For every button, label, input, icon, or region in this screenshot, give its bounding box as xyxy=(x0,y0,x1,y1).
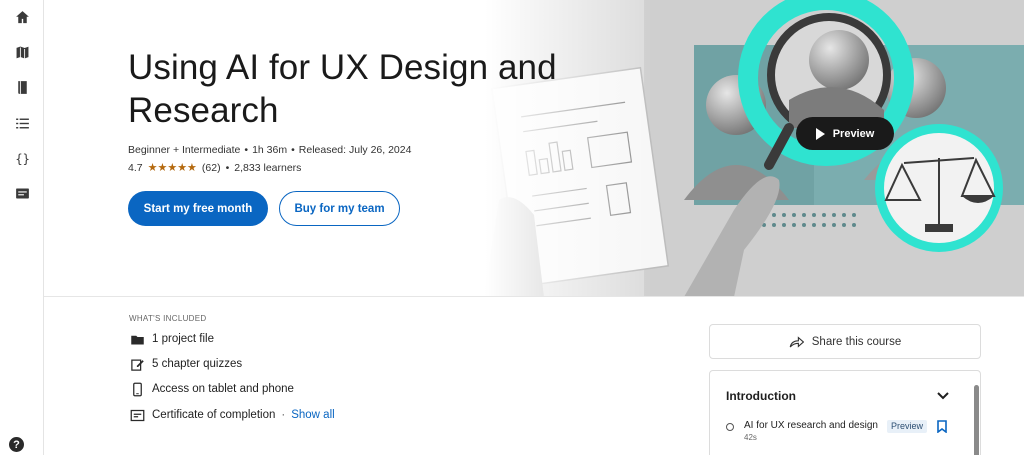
learner-count: 2,833 learners xyxy=(234,161,302,174)
course-hero: Using AI for UX Design and Research Begi… xyxy=(44,0,1024,297)
share-course-button[interactable]: Share this course xyxy=(709,324,981,359)
included-item: 1 project file xyxy=(129,331,214,347)
toc-scrollbar[interactable] xyxy=(974,385,979,455)
nav-code[interactable]: {} xyxy=(8,144,36,172)
start-free-month-button[interactable]: Start my free month xyxy=(128,191,268,226)
course-level: Beginner + Intermediate xyxy=(128,144,241,156)
folder-icon xyxy=(129,331,145,347)
share-arrow-icon xyxy=(789,335,804,348)
share-label: Share this course xyxy=(811,335,902,348)
included-item: 5 chapter quizzes xyxy=(129,356,242,372)
svg-text:{}: {} xyxy=(15,151,30,165)
separator-dot: · xyxy=(281,409,286,421)
edit-quiz-icon xyxy=(129,356,145,372)
book-icon xyxy=(17,80,27,94)
home-icon xyxy=(15,10,29,23)
buy-for-team-button[interactable]: Buy for my team xyxy=(279,191,400,226)
nav-map[interactable] xyxy=(8,38,36,66)
list-icon xyxy=(15,118,29,128)
show-all-link[interactable]: Show all xyxy=(291,409,334,421)
included-item: Access on tablet and phone xyxy=(129,381,294,397)
phone-icon xyxy=(129,381,145,397)
nav-list[interactable] xyxy=(8,109,36,137)
course-release-date: Released: July 26, 2024 xyxy=(298,144,412,156)
course-duration: 1h 36m xyxy=(252,144,288,156)
course-meta: Beginner + Intermediate • 1h 36m • Released:… xyxy=(128,144,412,156)
course-rating: 4.7 ★★★★★ (62) • 2,833 learners xyxy=(128,161,302,175)
left-nav-rail: {} ? xyxy=(0,0,44,455)
toc-video-item[interactable]: AI for UX research and design 42s Previe… xyxy=(726,420,966,450)
rating-value: 4.7 xyxy=(128,161,143,174)
preview-button[interactable]: Preview xyxy=(796,117,894,150)
table-of-contents: Introduction AI for UX research and desi… xyxy=(709,370,981,455)
whats-included-label: WHAT'S INCLUDED xyxy=(129,314,207,323)
rating-count: (62) xyxy=(201,161,221,174)
nav-certificates[interactable] xyxy=(8,179,36,207)
certificate-icon xyxy=(15,188,29,198)
rating-stars-icon: ★★★★★ xyxy=(147,162,197,174)
play-icon xyxy=(815,127,825,140)
preview-badge: Preview xyxy=(887,420,928,433)
status-circle-icon xyxy=(726,423,734,431)
included-item: Certificate of completion · Show all xyxy=(129,407,335,423)
help-button[interactable]: ? xyxy=(9,437,24,452)
course-title: Using AI for UX Design and Research xyxy=(128,48,557,130)
toc-section-title: Introduction xyxy=(726,389,796,403)
certificate-icon xyxy=(129,407,145,423)
video-title: AI for UX research and design xyxy=(744,420,878,431)
bookmark-icon[interactable] xyxy=(937,420,947,433)
map-icon xyxy=(15,45,29,59)
video-duration: 42s xyxy=(744,433,757,442)
chevron-down-icon[interactable] xyxy=(936,389,950,403)
nav-library[interactable] xyxy=(8,73,36,101)
preview-label: Preview xyxy=(832,127,875,140)
nav-home[interactable] xyxy=(8,3,36,31)
code-braces-icon: {} xyxy=(15,151,30,165)
